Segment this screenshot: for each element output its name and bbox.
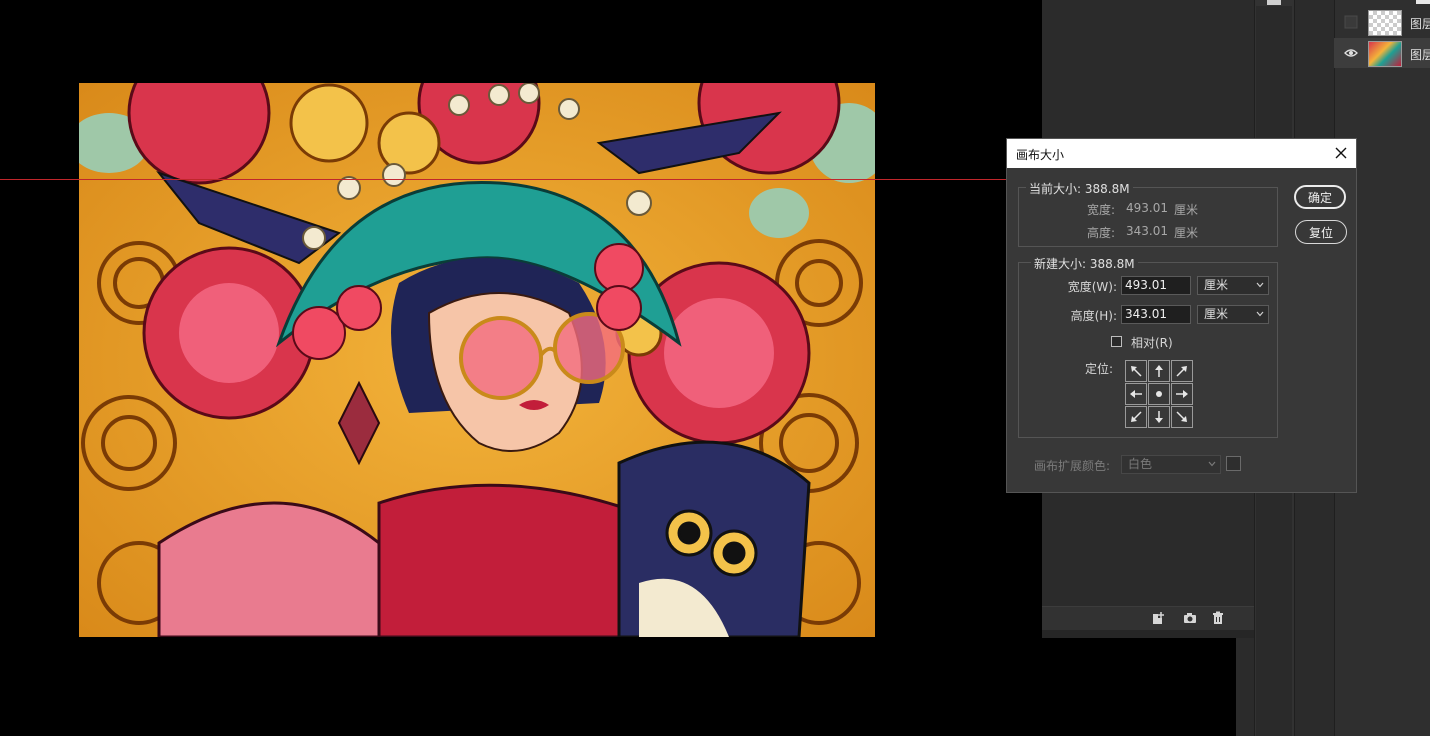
eye-icon[interactable] bbox=[1344, 46, 1358, 60]
arrow-down-right-icon bbox=[1176, 411, 1187, 422]
extension-color-value: 白色 bbox=[1128, 457, 1153, 471]
anchor-right[interactable] bbox=[1171, 383, 1193, 405]
reset-button[interactable]: 复位 bbox=[1295, 220, 1347, 244]
chevron-down-icon bbox=[1256, 282, 1264, 288]
width-unit-select[interactable]: 厘米 bbox=[1197, 276, 1269, 295]
arrow-up-left-icon bbox=[1131, 366, 1142, 377]
relative-label[interactable]: 相对(R) bbox=[1131, 334, 1173, 351]
panel-resize-edge[interactable] bbox=[1042, 630, 1254, 638]
new-width-label: 宽度(W): bbox=[1067, 280, 1117, 294]
panel-menu-icon[interactable] bbox=[1267, 0, 1281, 6]
anchor-grid bbox=[1125, 360, 1195, 430]
extension-color-select[interactable]: 白色 bbox=[1121, 455, 1221, 474]
current-height-label: 高度: bbox=[1086, 226, 1115, 240]
dialog-title: 画布大小 bbox=[1016, 148, 1065, 162]
canvas-size-dialog: 画布大小 当前大小: 388.8M 宽度: 493.01 厘米 高度: 343.… bbox=[1006, 138, 1357, 493]
current-size-legend: 当前大小: 388.8M bbox=[1026, 180, 1133, 197]
dot-icon bbox=[1156, 391, 1162, 397]
anchor-top[interactable] bbox=[1148, 360, 1170, 382]
anchor-top-left[interactable] bbox=[1125, 360, 1147, 382]
current-width-unit: 厘米 bbox=[1174, 203, 1199, 217]
height-input[interactable]: 343.01 bbox=[1121, 305, 1191, 324]
dialog-title-bar[interactable]: 画布大小 bbox=[1007, 139, 1356, 168]
layer-thumbnail bbox=[1368, 10, 1402, 36]
anchor-bottom-right[interactable] bbox=[1171, 406, 1193, 428]
canvas-artwork[interactable] bbox=[79, 83, 875, 637]
panel-scroll-thumb[interactable] bbox=[1416, 0, 1430, 4]
arrow-down-icon bbox=[1155, 411, 1163, 423]
layer-thumbnail bbox=[1368, 41, 1402, 67]
ruler-guide-line[interactable] bbox=[0, 179, 1006, 180]
extension-color-label: 画布扩展颜色: bbox=[1034, 459, 1111, 473]
layer-row[interactable]: 图层 bbox=[1334, 7, 1430, 37]
arrow-left-icon bbox=[1130, 390, 1142, 398]
layer-row-active[interactable]: 图层 bbox=[1334, 38, 1430, 68]
arrow-down-left-icon bbox=[1131, 411, 1142, 422]
current-width-value: 493.01 bbox=[1126, 201, 1168, 215]
arrow-right-icon bbox=[1176, 390, 1188, 398]
height-unit-select[interactable]: 厘米 bbox=[1197, 305, 1269, 324]
current-height-unit: 厘米 bbox=[1174, 226, 1199, 240]
relative-checkbox[interactable] bbox=[1111, 336, 1122, 347]
current-width-label: 宽度: bbox=[1086, 203, 1115, 217]
artwork-illustration bbox=[79, 83, 875, 637]
anchor-label: 定位: bbox=[1085, 362, 1114, 376]
close-icon[interactable] bbox=[1333, 145, 1349, 161]
width-input[interactable]: 493.01 bbox=[1121, 276, 1191, 295]
new-height-label: 高度(H): bbox=[1070, 309, 1117, 323]
anchor-bottom[interactable] bbox=[1148, 406, 1170, 428]
extension-color-swatch[interactable] bbox=[1226, 456, 1241, 471]
anchor-bottom-left[interactable] bbox=[1125, 406, 1147, 428]
panel-gutter bbox=[1236, 638, 1254, 736]
anchor-left[interactable] bbox=[1125, 383, 1147, 405]
layer-visibility-toggle[interactable] bbox=[1344, 15, 1358, 29]
layer-name: 图层 bbox=[1410, 48, 1430, 62]
anchor-center[interactable] bbox=[1148, 383, 1170, 405]
canvas-area-extension bbox=[1042, 638, 1236, 736]
layer-name: 图层 bbox=[1410, 17, 1430, 31]
chevron-down-icon bbox=[1208, 461, 1216, 467]
anchor-top-right[interactable] bbox=[1171, 360, 1193, 382]
height-unit-value: 厘米 bbox=[1204, 307, 1229, 321]
trash-icon[interactable] bbox=[1211, 611, 1225, 625]
new-document-from-state-icon[interactable] bbox=[1151, 611, 1165, 625]
new-size-legend: 新建大小: 388.8M bbox=[1031, 255, 1138, 272]
ok-button[interactable]: 确定 bbox=[1294, 185, 1346, 209]
chevron-down-icon bbox=[1256, 311, 1264, 317]
arrow-up-right-icon bbox=[1176, 366, 1187, 377]
arrow-up-icon bbox=[1155, 365, 1163, 377]
width-unit-value: 厘米 bbox=[1204, 278, 1229, 292]
snapshot-camera-icon[interactable] bbox=[1183, 611, 1197, 625]
current-height-value: 343.01 bbox=[1126, 224, 1168, 238]
